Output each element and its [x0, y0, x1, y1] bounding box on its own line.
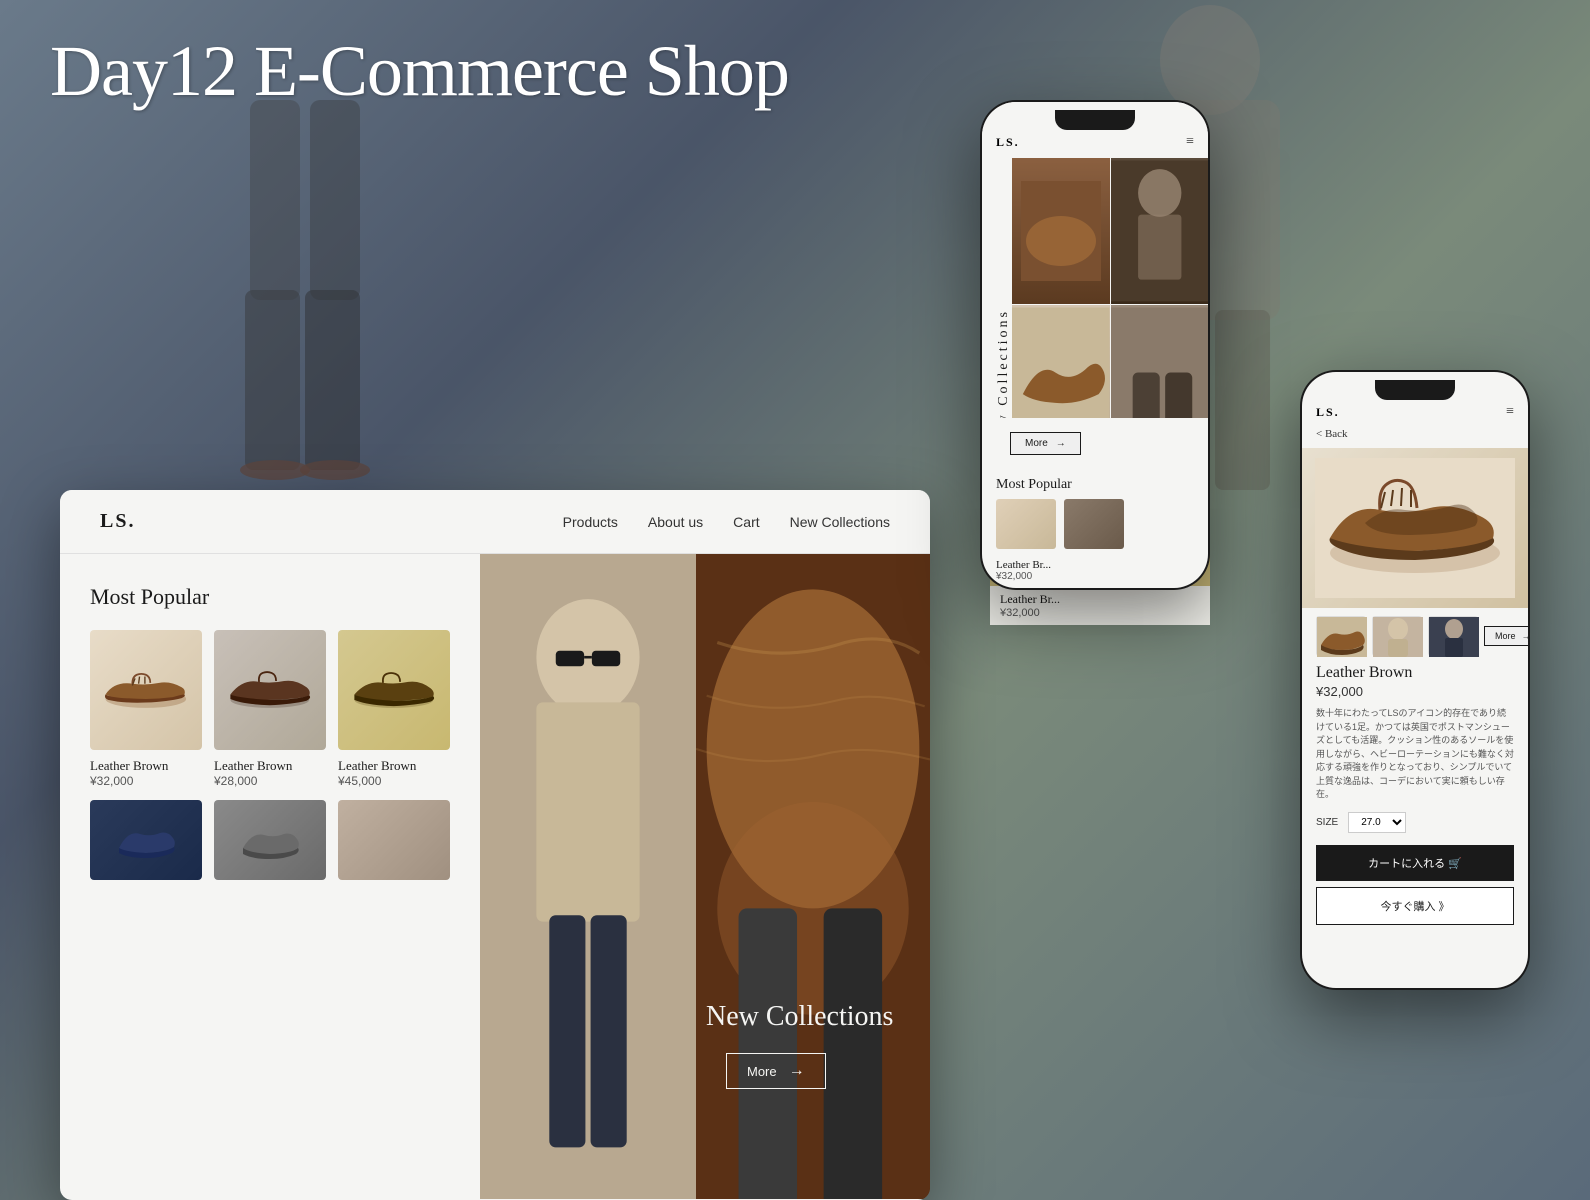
phone-1-notch	[1055, 110, 1135, 130]
phone-1-more-btn[interactable]: More →	[1010, 432, 1081, 455]
phone-mockup-1: LS. ≡ New Collections	[980, 100, 1210, 590]
phone-2-logo: LS.	[1316, 405, 1340, 420]
size-selector: SIZE 27.0 26.0 26.5 27.5 28.0	[1316, 812, 1514, 833]
thumb-person-1[interactable]	[1372, 616, 1422, 656]
more-arrow-desktop: →	[789, 1062, 805, 1080]
phone-1-collection: New Collections	[982, 158, 1208, 418]
desktop-content: Most Popular	[60, 554, 930, 1199]
phone-1-most-popular: Most Popular Leather Br... ¥32,000	[982, 469, 1208, 588]
product-image-bottom-1[interactable]	[90, 800, 202, 880]
vertical-new-collections: New Collections	[996, 309, 1012, 418]
more-label-desktop: More	[747, 1064, 777, 1079]
bg-person-left	[220, 100, 380, 480]
phone-1-grid-img-1	[1012, 158, 1110, 304]
desktop-logo: LS.	[100, 510, 135, 533]
phone-mockup-2: LS. ≡ < Back	[1300, 370, 1530, 990]
product-card-3[interactable]: Leather Brown ¥45,000	[338, 630, 450, 788]
product-price-2: ¥28,000	[214, 774, 326, 788]
add-to-cart-button[interactable]: カートに入れる 🛒	[1316, 845, 1514, 881]
phone-1-inner: LS. ≡ New Collections	[982, 102, 1208, 588]
product-row-bottom	[90, 800, 450, 880]
nav-cart[interactable]: Cart	[733, 514, 759, 530]
phone-2-more-label: More	[1495, 631, 1516, 641]
phone-1-more-arrow: →	[1056, 438, 1066, 449]
nav-about[interactable]: About us	[648, 514, 703, 530]
most-popular-title: Most Popular	[90, 584, 450, 610]
phone-1-product-info: Leather Br... ¥32,000	[982, 553, 1208, 588]
phone-1-menu-icon[interactable]: ≡	[1186, 134, 1194, 150]
thumb-shoe[interactable]	[1316, 616, 1366, 656]
desktop-header: LS. Products About us Cart New Collectio…	[60, 490, 930, 554]
product-name-1: Leather Brown	[90, 758, 202, 774]
phone-1-grid-img-3	[1012, 305, 1110, 418]
product-detail-image	[1302, 448, 1528, 608]
product-image-3	[338, 630, 450, 750]
product-detail-info: Leather Brown ¥32,000 数十年にわたってLSのアイコン的存在…	[1302, 664, 1528, 925]
phone-2-menu-icon[interactable]: ≡	[1506, 404, 1514, 420]
product-thumbs-row: More →	[1302, 608, 1528, 664]
phone-1-overlap-price: ¥32,000	[1000, 607, 1200, 619]
product-card-2[interactable]: Leather Brown ¥28,000	[214, 630, 326, 788]
phone-1-grid	[1012, 158, 1208, 418]
phone-2-back: < Back	[1302, 428, 1528, 448]
product-image-bottom-3[interactable]	[338, 800, 450, 880]
product-image-2	[214, 630, 326, 750]
phone-1-more-label: More	[1025, 438, 1048, 449]
back-button[interactable]: < Back	[1316, 428, 1514, 440]
collection-left-image	[480, 554, 696, 1199]
vertical-text-container: New Collections	[996, 253, 1012, 418]
product-name-3: Leather Brown	[338, 758, 450, 774]
phone-2-inner: LS. ≡ < Back	[1302, 372, 1528, 988]
desktop-nav: Products About us Cart New Collections	[563, 514, 890, 530]
product-name-2: Leather Brown	[214, 758, 326, 774]
phone-1-product-name: Leather Br...	[996, 559, 1194, 571]
product-image-1	[90, 630, 202, 750]
phone-1-grid-img-2	[1111, 158, 1209, 304]
phone-1-overlap-name: Leather Br...	[1000, 592, 1200, 607]
product-detail-price: ¥32,000	[1316, 684, 1514, 699]
phone-1-grid-img-4	[1111, 305, 1209, 418]
phone-1-product-card-bottom: Leather Br... ¥32,000	[990, 586, 1210, 625]
size-select[interactable]: 27.0 26.0 26.5 27.5 28.0	[1348, 812, 1406, 833]
product-price-3: ¥45,000	[338, 774, 450, 788]
nav-products[interactable]: Products	[563, 514, 618, 530]
phone-1-more-section: More →	[982, 418, 1208, 469]
product-grid: Leather Brown ¥32,000 Leather Brown	[90, 630, 450, 788]
new-collections-section: New Collections More →	[706, 1001, 920, 1099]
phone-1-product-price: ¥32,000	[996, 571, 1194, 582]
collection-right-image: New Collections More →	[696, 554, 930, 1199]
phone-1-logo: LS.	[996, 135, 1020, 150]
product-price-1: ¥32,000	[90, 774, 202, 788]
nav-new-collections[interactable]: New Collections	[790, 514, 890, 530]
thumb-person-2[interactable]	[1428, 616, 1478, 656]
product-card-1[interactable]: Leather Brown ¥32,000	[90, 630, 202, 788]
phone-1-thumb-1[interactable]	[996, 499, 1056, 549]
more-button-desktop[interactable]: More →	[726, 1053, 826, 1089]
phone-1-thumb-2[interactable]	[1064, 499, 1124, 549]
desktop-left-panel: Most Popular	[60, 554, 480, 1199]
new-collections-title: New Collections	[706, 1001, 920, 1033]
desktop-right-panel: New Collections More →	[480, 554, 930, 1199]
buy-now-button[interactable]: 今すぐ購入 》	[1316, 887, 1514, 925]
product-detail-name: Leather Brown	[1316, 664, 1514, 682]
page-title: Day12 E-Commerce Shop	[50, 30, 789, 113]
phone-1-section-title: Most Popular	[982, 469, 1208, 499]
size-label: SIZE	[1316, 817, 1338, 828]
phone-2-notch	[1375, 380, 1455, 400]
phone-2-more-btn[interactable]: More →	[1484, 626, 1528, 646]
phone-1-product-row	[982, 499, 1208, 549]
product-image-bottom-2[interactable]	[214, 800, 326, 880]
desktop-mockup: LS. Products About us Cart New Collectio…	[60, 490, 930, 1200]
product-detail-desc: 数十年にわたってLSのアイコン的存在であり続けている1足。かつては英国でポストマ…	[1316, 707, 1514, 802]
phone-2-more-arrow: →	[1522, 631, 1528, 641]
